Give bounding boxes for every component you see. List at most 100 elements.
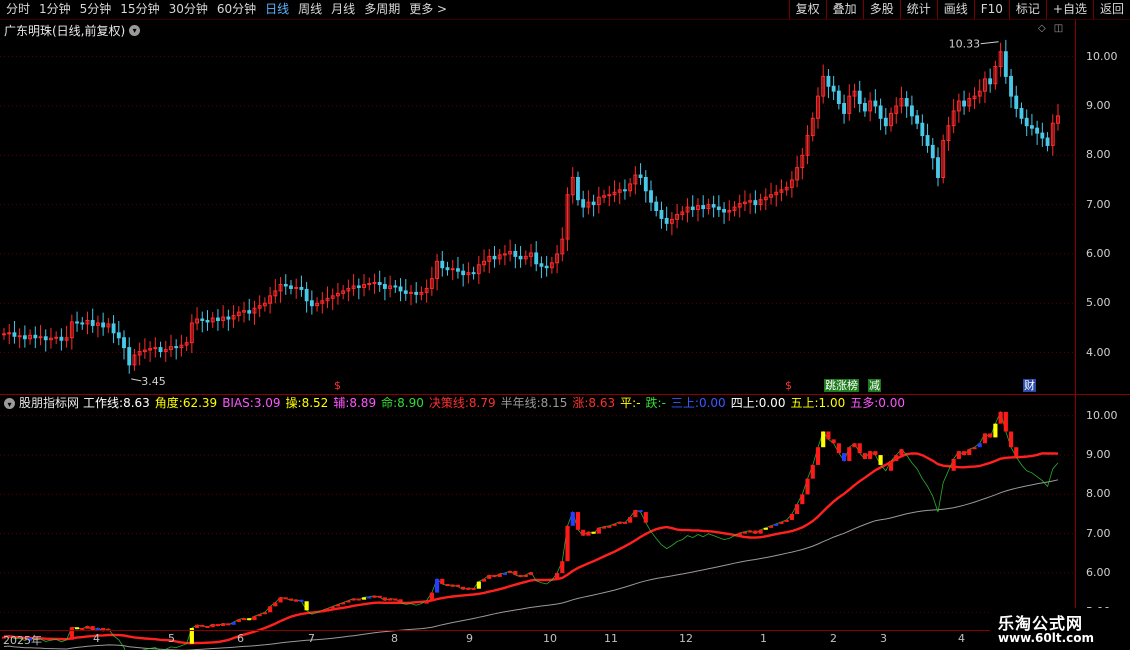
- price-candle: [826, 75, 831, 87]
- indicator-field-label: 半年线:: [500, 396, 541, 410]
- price-candle: [12, 332, 17, 337]
- indicator-field-value: -: [636, 396, 641, 410]
- period-tab[interactable]: 1分钟: [39, 2, 71, 17]
- price-candle: [403, 290, 408, 294]
- price-candle: [1045, 137, 1050, 146]
- indicator-bar: [878, 455, 883, 465]
- period-tab[interactable]: 更多 >: [409, 2, 447, 17]
- indicator-field-value: -: [661, 396, 666, 410]
- period-tab[interactable]: 多周期: [364, 2, 400, 17]
- indicator-field: 辅:8.89: [333, 396, 376, 410]
- toolbar-action-button[interactable]: 返回: [1092, 0, 1130, 19]
- price-candle: [461, 270, 466, 276]
- price-candle: [873, 100, 878, 107]
- price-candle: [299, 286, 304, 290]
- indicator-bar: [961, 451, 967, 456]
- price-candle: [925, 135, 930, 146]
- indicator-bar: [1003, 411, 1008, 432]
- price-candle: [513, 250, 518, 257]
- price-event-marker[interactable]: $: [333, 379, 342, 392]
- price-axis-label: 7.00: [1086, 197, 1111, 211]
- period-tab[interactable]: 5分钟: [80, 2, 112, 17]
- toolbar-action-button[interactable]: 统计: [899, 0, 937, 19]
- indicator-bar: [873, 451, 878, 456]
- price-candle: [638, 174, 643, 178]
- price-candle: [215, 317, 220, 321]
- indicator-bar: [575, 512, 581, 530]
- price-candle: [174, 346, 179, 349]
- indicator-bar: [857, 443, 862, 454]
- toolbar-action-button[interactable]: F10: [973, 0, 1009, 19]
- date-axis-label: 12: [679, 632, 693, 645]
- indicator-bar: [596, 527, 601, 534]
- indicator-bar: [601, 526, 607, 529]
- price-candle: [122, 337, 126, 349]
- price-candle: [502, 253, 507, 256]
- indicator-bar: [226, 623, 231, 626]
- chevron-down-icon[interactable]: ▾: [129, 25, 141, 36]
- price-candle: [283, 283, 288, 287]
- price-candle: [393, 285, 398, 288]
- indicator-field-label: 角度:: [154, 396, 183, 410]
- toolbar-action-button[interactable]: +自选: [1045, 0, 1093, 19]
- indicator-bar: [241, 618, 247, 621]
- panel-divider[interactable]: [0, 394, 1130, 395]
- indicator-name[interactable]: 股朋指标网: [19, 396, 79, 410]
- price-event-marker[interactable]: 减: [868, 379, 881, 392]
- chevron-down-icon[interactable]: ▾: [4, 397, 15, 409]
- indicator-bar: [74, 627, 80, 630]
- indicator-field: 五上:1.00: [790, 396, 845, 410]
- indicator-bar: [972, 447, 977, 450]
- indicator-bar: [988, 433, 993, 438]
- price-candle: [33, 334, 38, 339]
- period-tab[interactable]: 周线: [298, 2, 322, 17]
- indicator-bar: [977, 443, 982, 448]
- toolbar-action-button[interactable]: 叠加: [825, 0, 863, 19]
- price-candle: [409, 291, 413, 294]
- window-icon[interactable]: ◫: [1054, 23, 1063, 34]
- indicator-field: 操:8.52: [286, 396, 329, 410]
- indicator-bar: [774, 523, 779, 526]
- indicator-bar: [951, 459, 956, 471]
- toolbar-action-button[interactable]: 多股: [862, 0, 900, 19]
- period-tab[interactable]: 15分钟: [120, 2, 159, 17]
- period-tab[interactable]: 分时: [6, 2, 30, 17]
- indicator-bar: [455, 584, 461, 587]
- indicator-bar: [800, 494, 805, 505]
- indicator-bar: [356, 598, 361, 601]
- indicator-bar: [320, 610, 325, 613]
- price-candle: [1024, 117, 1029, 127]
- toolbar-action-button[interactable]: 画线: [936, 0, 974, 19]
- diamond-icon[interactable]: ◇: [1038, 23, 1046, 34]
- indicator-bar: [591, 531, 596, 534]
- chart-canvas[interactable]: 10.33 3.45: [0, 0, 1075, 650]
- price-event-marker[interactable]: 财: [1023, 379, 1036, 392]
- period-tab[interactable]: 月线: [331, 2, 355, 17]
- period-tab[interactable]: 日线: [265, 2, 289, 17]
- price-event-marker[interactable]: $: [784, 379, 793, 392]
- indicator-field: 跌:-: [646, 396, 666, 410]
- indicator-bar: [231, 622, 236, 625]
- price-candle: [690, 206, 695, 211]
- toolbar-action-button[interactable]: 标记: [1008, 0, 1046, 19]
- period-tab[interactable]: 30分钟: [169, 2, 208, 17]
- indicator-bar: [805, 478, 810, 495]
- price-event-marker[interactable]: 跳涨榜: [824, 379, 859, 392]
- indicator-bar: [847, 447, 852, 461]
- indicator-field: 角度:62.39: [155, 396, 217, 410]
- toolbar-action-button[interactable]: 复权: [788, 0, 826, 19]
- indicator-bar: [257, 614, 262, 617]
- period-tab[interactable]: 60分钟: [217, 2, 256, 17]
- price-candle: [356, 285, 361, 288]
- indicator-field: 决策线:8.79: [429, 396, 496, 410]
- indicator-bar: [784, 519, 789, 522]
- indicator-field: 工作线:8.63: [83, 396, 150, 410]
- indicator-bar: [607, 525, 612, 528]
- price-candle: [544, 265, 549, 269]
- price-panel-header: 广东明珠(日线,前复权) ▾: [4, 22, 141, 39]
- indicator-bar: [1008, 431, 1014, 448]
- price-candle: [304, 288, 309, 302]
- indicator-bar: [247, 618, 252, 621]
- price-candle: [664, 217, 669, 224]
- price-candle: [200, 318, 205, 321]
